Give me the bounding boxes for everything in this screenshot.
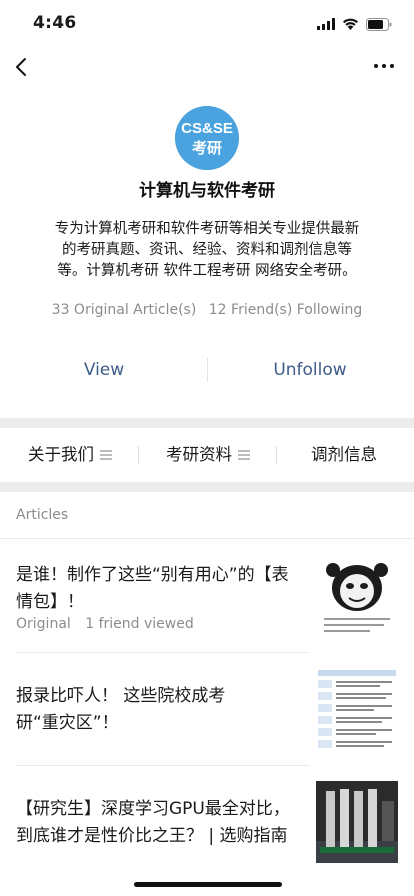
article-title: 是谁！制作了这些“别有用心”的【表 情包】！: [16, 562, 304, 616]
article-item[interactable]: 是谁！制作了这些“别有用心”的【表 情包】！ Original 1 friend…: [0, 539, 414, 652]
article-title: 【研究生】深度学习GPU最全对比， 到底谁才是性价比之王？ | 选购指南: [16, 796, 304, 850]
article-title: 报录比吓人！ 这些院校成考 研“重灾区”！: [16, 683, 304, 737]
original-tag: Original: [16, 616, 71, 632]
menu-item-label: 考研资料: [166, 445, 232, 464]
articles-count: 33 Original Article(s): [51, 302, 197, 318]
battery-icon: [366, 17, 392, 31]
submenu-icon: [238, 450, 250, 460]
account-name: 计算机与软件考研: [139, 181, 275, 201]
status-bar: 4:46: [0, 0, 414, 48]
view-button[interactable]: View: [44, 352, 164, 388]
action-divider: [207, 358, 208, 382]
menu-item-label: 调剂信息: [311, 445, 377, 464]
back-arrow-icon[interactable]: [12, 52, 34, 82]
article-meta: Original 1 friend viewed: [16, 616, 194, 632]
article-item[interactable]: 【研究生】深度学习GPU最全对比， 到底谁才是性价比之王？ | 选购指南: [0, 766, 414, 878]
cellular-signal-icon: [317, 18, 335, 30]
account-stats: 33 Original Article(s) 12 Friend(s) Foll…: [0, 302, 414, 318]
wifi-icon: [343, 18, 358, 30]
article-title-line: 到底谁才是性价比之王？ | 选购指南: [16, 826, 288, 846]
section-divider: [0, 418, 414, 428]
home-indicator: [134, 882, 282, 887]
friend-viewed: 1 friend viewed: [85, 616, 194, 632]
article-title-line: 报录比吓人！ 这些院校成考: [16, 686, 226, 706]
unfollow-button[interactable]: Unfollow: [250, 352, 370, 388]
avatar-text-top: CS&SE: [181, 120, 233, 137]
friends-following[interactable]: 12 Friend(s) Following: [209, 302, 363, 318]
status-icons: [317, 16, 392, 32]
table-document-icon: [316, 668, 398, 750]
description-line: 等。计算机考研 软件工程考研 网络安全考研。: [57, 263, 357, 279]
menu-separator: [138, 446, 139, 464]
article-title-line: 情包】！: [16, 592, 84, 612]
article-title-line: 【研究生】深度学习GPU最全对比，: [16, 799, 290, 819]
gpu-cards-icon: [316, 781, 398, 863]
menu-item-about-us[interactable]: 关于我们: [28, 428, 112, 482]
submenu-icon: [100, 450, 112, 460]
nav-bar: [0, 48, 414, 88]
description-line: 的考研真题、资讯、经验、资料和调剂信息等: [62, 242, 352, 258]
account-menu: 关于我们 考研资料 调剂信息: [0, 428, 414, 482]
account-description: 专为计算机考研和软件考研等相关专业提供最新 的考研真题、资讯、经验、资料和调剂信…: [44, 219, 370, 282]
section-divider: [0, 482, 414, 492]
article-title-line: 是谁！制作了这些“别有用心”的【表: [16, 565, 289, 585]
description-line: 专为计算机考研和软件考研等相关专业提供最新: [54, 221, 360, 237]
status-time: 4:46: [33, 13, 77, 33]
menu-item-materials[interactable]: 考研资料: [166, 428, 250, 482]
menu-item-label: 关于我们: [28, 445, 94, 464]
panda-meme-icon: [316, 558, 398, 640]
avatar-text-bottom: 考研: [192, 139, 222, 157]
account-avatar: CS&SE 考研: [175, 106, 239, 170]
more-options-icon[interactable]: [372, 56, 396, 76]
menu-item-adjustment[interactable]: 调剂信息: [311, 428, 377, 482]
menu-separator: [276, 446, 277, 464]
articles-section-title: Articles: [16, 507, 69, 523]
article-item[interactable]: 报录比吓人！ 这些院校成考 研“重灾区”！: [0, 653, 414, 765]
article-title-line: 研“重灾区”！: [16, 713, 119, 733]
action-row: View Unfollow: [0, 352, 414, 388]
